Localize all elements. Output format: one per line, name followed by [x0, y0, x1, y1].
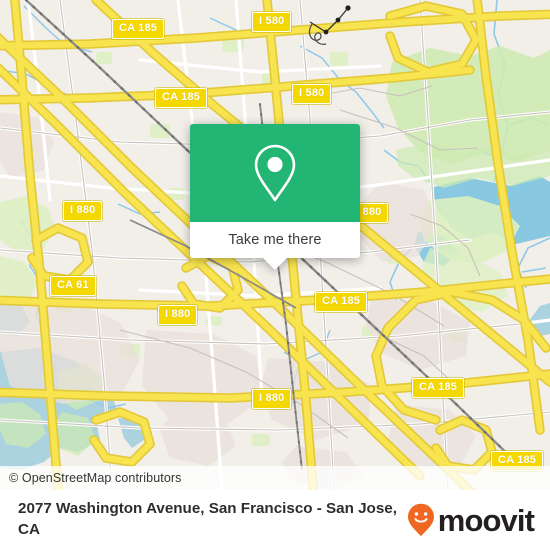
map-viewport[interactable]: CA 185 I 580 CA 185 I 580 I 880 I 880 CA… — [0, 0, 550, 490]
footer-bar: 2077 Washington Avenue, San Francisco - … — [0, 490, 550, 550]
highway-shield[interactable]: CA 185 — [412, 378, 465, 398]
highway-shield[interactable]: I 880 — [252, 389, 292, 409]
highway-shield[interactable]: I 880 — [158, 305, 198, 325]
attribution-bar: © OpenStreetMap contributors — [0, 466, 550, 490]
osm-attribution-text[interactable]: © OpenStreetMap contributors — [0, 471, 182, 485]
info-card-header — [190, 124, 360, 222]
highway-shield[interactable]: I 580 — [252, 12, 292, 32]
highway-shield[interactable]: CA 61 — [50, 276, 96, 296]
moovit-smile-pin-icon — [407, 503, 434, 537]
map-pin-icon — [254, 144, 296, 202]
map-page: CA 185 I 580 CA 185 I 580 I 880 I 880 CA… — [0, 0, 550, 550]
highway-shield[interactable]: I 880 — [63, 201, 103, 221]
moovit-logo[interactable]: moovit — [407, 503, 550, 537]
highway-shield[interactable]: CA 185 — [315, 292, 368, 312]
address-label: 2077 Washington Avenue, San Francisco - … — [18, 500, 397, 538]
info-card-footer[interactable]: Take me there — [190, 222, 360, 270]
moovit-wordmark: moovit — [437, 502, 535, 538]
info-card-tail — [263, 258, 287, 270]
highway-shield[interactable]: I 580 — [292, 84, 332, 104]
take-me-there-label: Take me there — [228, 232, 322, 248]
highway-shield[interactable]: CA 185 — [112, 19, 165, 39]
highway-shield[interactable]: CA 185 — [155, 88, 208, 108]
location-info-card[interactable]: Take me there — [190, 124, 360, 270]
